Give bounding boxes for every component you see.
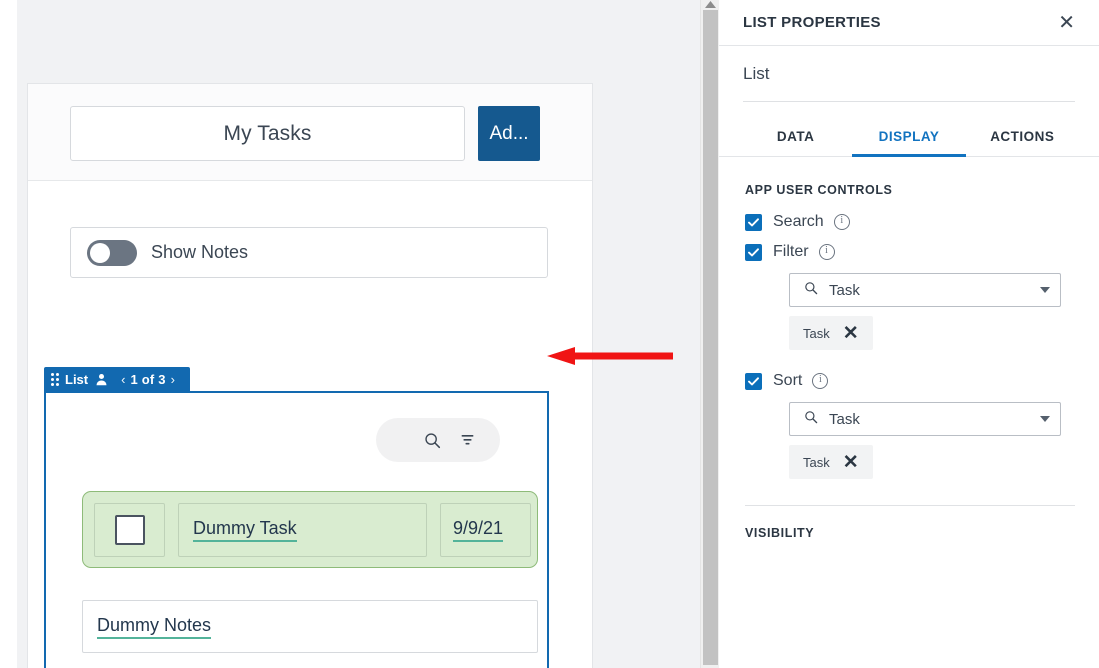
chevron-down-icon[interactable]: [1040, 287, 1050, 293]
task-date-link[interactable]: 9/9/21: [453, 517, 504, 543]
filter-icon[interactable]: [459, 432, 476, 449]
app-card: My Tasks Ad... Show Notes List ‹ 1 of 3 …: [27, 83, 593, 668]
chevron-down-icon[interactable]: [1040, 416, 1050, 422]
app-header: My Tasks Ad...: [28, 84, 592, 181]
tab-actions[interactable]: ACTIONS: [966, 123, 1079, 157]
toggle-knob: [90, 242, 110, 263]
sort-chip-label: Task: [803, 454, 830, 470]
search-checkbox[interactable]: [745, 213, 762, 231]
close-icon[interactable]: ✕: [1054, 11, 1079, 35]
notes-field[interactable]: Dummy Notes: [82, 600, 538, 653]
close-icon[interactable]: ✕: [843, 324, 859, 343]
scroll-up-arrow-icon[interactable]: [701, 0, 719, 9]
tab-display[interactable]: DISPLAY: [852, 123, 966, 157]
filter-chip-label: Task: [803, 325, 830, 341]
filter-control-label: Filter: [773, 243, 809, 260]
list-component[interactable]: Dummy Task 9/9/21 Dummy Notes: [44, 391, 549, 668]
filter-select-value: Task: [829, 281, 860, 299]
sort-chip[interactable]: Task ✕: [789, 445, 873, 479]
search-control-label: Search: [773, 213, 824, 230]
next-component-button[interactable]: ›: [166, 372, 180, 387]
close-icon[interactable]: ✕: [843, 453, 859, 472]
sort-select-value: Task: [829, 410, 860, 428]
app-title-text: My Tasks: [223, 121, 312, 145]
panel-tabs: DATA DISPLAY ACTIONS: [719, 123, 1099, 157]
section-visibility-label: VISIBILITY: [745, 526, 815, 540]
search-icon[interactable]: [424, 432, 441, 449]
page-title: LIST PROPERTIES: [743, 14, 881, 31]
filter-checkbox[interactable]: [745, 243, 762, 261]
app-preview-canvas: My Tasks Ad... Show Notes List ‹ 1 of 3 …: [17, 0, 700, 668]
app-screen: My Tasks Ad... Show Notes List ‹ 1 of 3 …: [0, 0, 1099, 668]
list-properties-panel: LIST PROPERTIES ✕ List DATA DISPLAY ACTI…: [719, 0, 1099, 668]
search-icon: [804, 281, 818, 300]
sort-control-label: Sort: [773, 372, 803, 389]
component-pager-text: 1 of 3: [130, 372, 166, 387]
search-icon: [804, 410, 818, 429]
component-name-value: List: [743, 63, 770, 83]
table-row[interactable]: Dummy Task 9/9/21: [82, 491, 538, 568]
show-notes-toggle[interactable]: [87, 239, 137, 266]
control-row-sort[interactable]: Sort i: [745, 372, 1075, 390]
list-user-controls-pill: [376, 418, 500, 462]
info-icon[interactable]: i: [833, 214, 850, 230]
filter-chip[interactable]: Task ✕: [789, 316, 873, 350]
app-title-field[interactable]: My Tasks: [70, 106, 465, 161]
selection-badge-label: List: [65, 372, 89, 387]
panel-body: APP USER CONTROLS Search i Filter i Task…: [719, 157, 1099, 540]
info-icon[interactable]: i: [818, 244, 835, 260]
prev-component-button[interactable]: ‹: [116, 372, 130, 387]
task-name-cell[interactable]: Dummy Task: [178, 502, 427, 557]
person-icon: [95, 373, 108, 386]
add-button[interactable]: Ad...: [478, 106, 540, 161]
section-app-user-controls-label: APP USER CONTROLS: [745, 183, 893, 197]
vertical-scroll-thumb[interactable]: [703, 10, 718, 665]
component-selection-badge[interactable]: List ‹ 1 of 3 ›: [44, 367, 190, 392]
task-checkbox[interactable]: [114, 514, 145, 545]
vertical-scrollbar[interactable]: [700, 0, 719, 668]
notes-text[interactable]: Dummy Notes: [97, 614, 212, 640]
task-date-cell[interactable]: 9/9/21: [440, 502, 531, 557]
control-row-filter[interactable]: Filter i: [745, 243, 1075, 261]
show-notes-row[interactable]: Show Notes: [70, 227, 548, 278]
annotation-arrow: [547, 347, 673, 365]
sort-field-select[interactable]: Task: [789, 402, 1061, 436]
drag-handle-icon[interactable]: [51, 373, 59, 386]
add-button-label: Ad...: [489, 122, 529, 144]
section-divider: [745, 505, 1075, 506]
control-row-search[interactable]: Search i: [745, 213, 1075, 231]
sort-checkbox[interactable]: [745, 372, 762, 390]
info-icon[interactable]: i: [812, 373, 829, 389]
component-name-input[interactable]: List: [743, 46, 1075, 102]
show-notes-label: Show Notes: [151, 242, 249, 262]
task-checkbox-cell[interactable]: [94, 502, 165, 557]
tab-data[interactable]: DATA: [739, 123, 852, 157]
filter-field-select[interactable]: Task: [789, 273, 1061, 307]
panel-header: LIST PROPERTIES ✕: [719, 0, 1099, 46]
task-name-link[interactable]: Dummy Task: [193, 517, 297, 543]
